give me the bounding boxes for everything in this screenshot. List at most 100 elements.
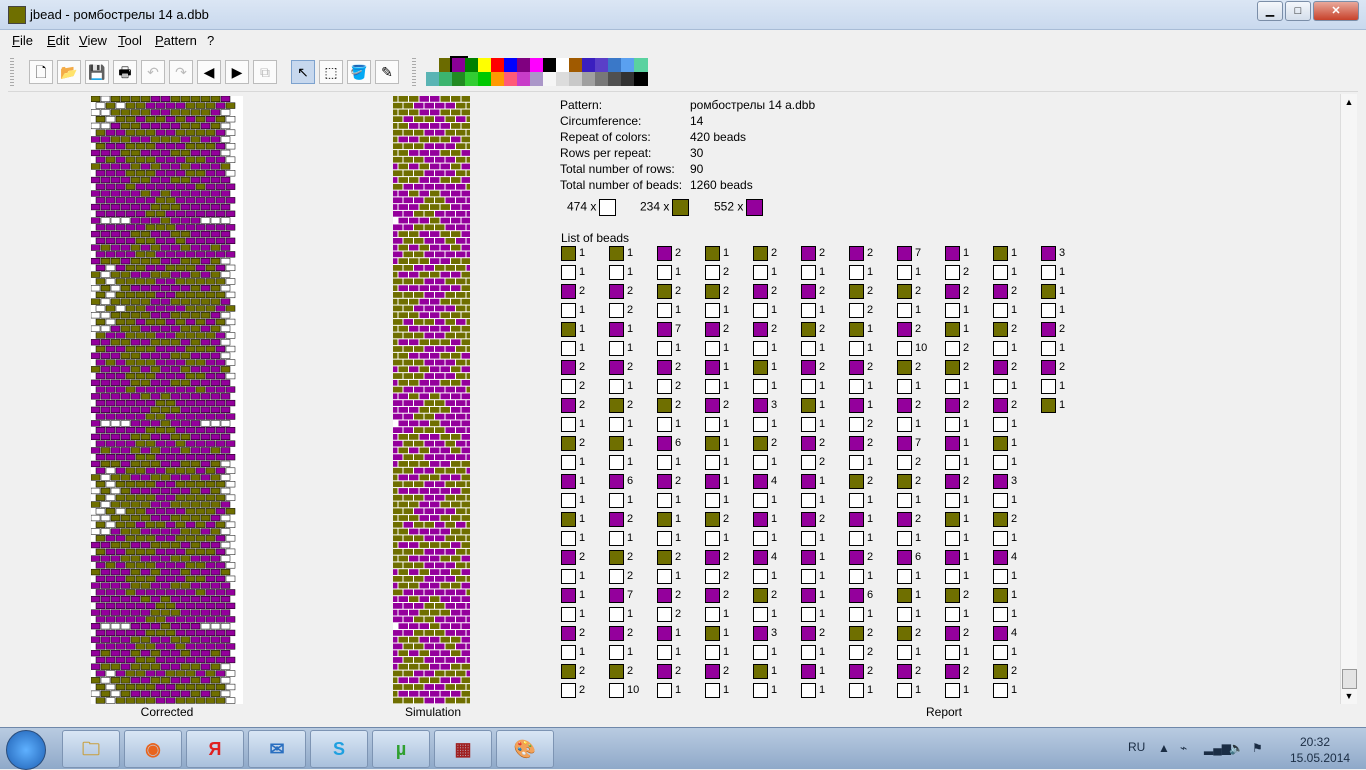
bead[interactable] [205, 413, 216, 420]
bead[interactable] [170, 109, 181, 116]
bead[interactable] [150, 96, 161, 103]
bead[interactable] [120, 420, 131, 427]
bead[interactable] [185, 399, 196, 407]
bead[interactable] [175, 129, 186, 136]
bead[interactable] [205, 386, 216, 393]
bead[interactable] [150, 109, 161, 116]
bead[interactable] [105, 616, 116, 623]
bead[interactable] [100, 555, 111, 562]
bead[interactable] [155, 683, 166, 691]
bead[interactable] [190, 217, 201, 224]
bead[interactable] [220, 663, 231, 670]
palette-swatch[interactable] [569, 58, 583, 72]
bead[interactable] [180, 122, 191, 130]
bead[interactable] [225, 129, 236, 136]
bead[interactable] [170, 149, 181, 157]
bead[interactable] [165, 481, 176, 488]
bead[interactable] [180, 163, 191, 170]
bead[interactable] [95, 156, 106, 163]
bead[interactable] [145, 156, 156, 163]
bead[interactable] [210, 623, 221, 630]
bead[interactable] [215, 548, 226, 555]
bead[interactable] [105, 629, 116, 637]
bead[interactable] [170, 244, 181, 251]
bead[interactable] [180, 298, 191, 305]
bead[interactable] [225, 332, 236, 339]
bead[interactable] [200, 501, 211, 508]
menu-edit[interactable]: Edit [47, 33, 69, 48]
bead[interactable] [100, 352, 111, 359]
bead[interactable] [100, 366, 111, 373]
bead[interactable] [100, 447, 111, 454]
bead[interactable] [105, 413, 116, 420]
bead[interactable] [195, 683, 206, 691]
bead[interactable] [110, 96, 121, 103]
bead[interactable] [91, 528, 101, 535]
bead[interactable] [215, 224, 226, 231]
bead[interactable] [205, 521, 216, 528]
title-bar[interactable]: jbead - ромбострелы 14 a.dbb ▁ □ ✕ [0, 0, 1366, 30]
bead[interactable] [95, 197, 106, 204]
bead[interactable] [210, 528, 221, 535]
bead[interactable] [95, 170, 106, 177]
bead[interactable] [125, 697, 136, 704]
bead[interactable] [155, 440, 166, 447]
bead[interactable] [175, 143, 186, 150]
bead[interactable] [145, 670, 156, 677]
bead[interactable] [190, 285, 201, 292]
bead[interactable] [190, 663, 201, 670]
bead[interactable] [190, 352, 201, 359]
bead[interactable] [170, 528, 181, 535]
bead[interactable] [155, 670, 166, 677]
bead[interactable] [225, 210, 236, 217]
bead[interactable] [180, 136, 191, 143]
bead[interactable] [140, 501, 151, 508]
bead[interactable] [210, 433, 221, 441]
bead[interactable] [215, 670, 226, 677]
bead[interactable] [200, 379, 211, 386]
bead[interactable] [150, 433, 161, 441]
bead[interactable] [165, 359, 176, 366]
bead[interactable] [180, 568, 191, 576]
bead[interactable] [95, 102, 106, 109]
bead[interactable] [105, 656, 116, 664]
bead[interactable] [175, 170, 186, 177]
bead[interactable] [175, 291, 186, 299]
bead[interactable] [180, 96, 191, 103]
bead[interactable] [105, 102, 116, 109]
bead[interactable] [155, 251, 166, 258]
bead[interactable] [210, 217, 221, 224]
palette-swatch[interactable] [450, 56, 468, 74]
bead[interactable] [215, 291, 226, 299]
bead[interactable] [185, 643, 196, 650]
bead[interactable] [105, 426, 116, 434]
bead[interactable] [185, 440, 196, 447]
bead[interactable] [145, 251, 156, 258]
bead[interactable] [140, 393, 151, 400]
bead[interactable] [95, 656, 106, 664]
bead[interactable] [140, 285, 151, 292]
bead[interactable] [105, 251, 116, 258]
bead[interactable] [155, 602, 166, 610]
bead[interactable] [150, 190, 161, 197]
bead[interactable] [180, 176, 191, 184]
bead[interactable] [220, 230, 231, 238]
bead[interactable] [91, 136, 101, 143]
bead[interactable] [91, 109, 101, 116]
bead[interactable] [225, 440, 236, 447]
bead[interactable] [205, 602, 216, 610]
bead[interactable] [95, 616, 106, 623]
bead[interactable] [135, 656, 146, 664]
bead[interactable] [165, 305, 176, 312]
palette-swatch[interactable] [634, 58, 648, 72]
bead[interactable] [205, 305, 216, 312]
bead[interactable] [145, 278, 156, 285]
bead[interactable] [125, 575, 136, 582]
bead[interactable] [190, 163, 201, 170]
bead[interactable] [165, 454, 176, 461]
bead[interactable] [220, 420, 231, 427]
bead[interactable] [115, 656, 126, 664]
bead[interactable] [135, 494, 146, 501]
bead[interactable] [170, 663, 181, 670]
bead[interactable] [130, 339, 141, 346]
